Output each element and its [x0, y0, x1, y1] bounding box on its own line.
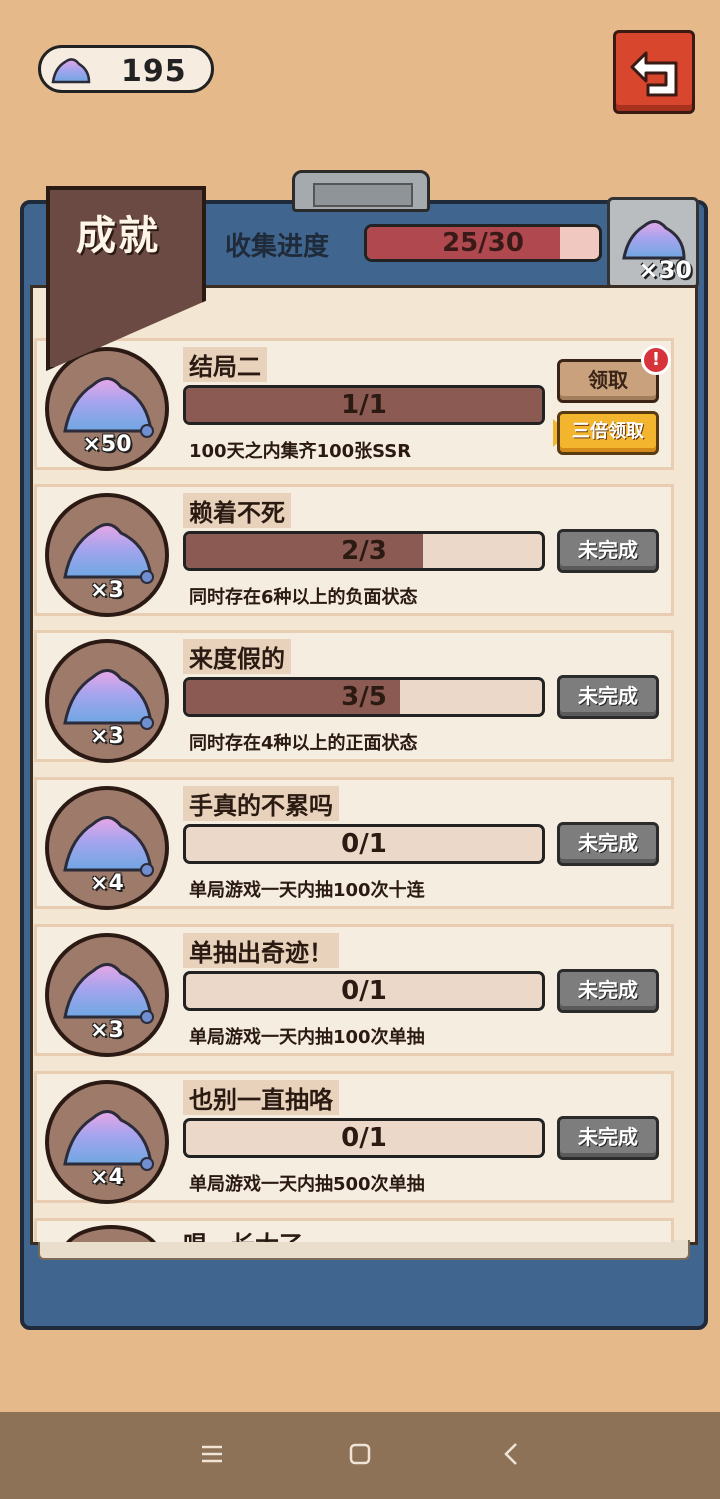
incomplete-button[interactable]: 未完成: [557, 529, 659, 573]
collection-reward-qty: ×30: [638, 256, 692, 284]
achievement-progress-text: 1/1: [341, 390, 387, 420]
triple-claim-button[interactable]: 三倍领取: [557, 411, 659, 455]
reward-medal: ×50: [45, 347, 169, 471]
achievement-description: 同时存在4种以上的正面状态: [189, 733, 418, 754]
achievement-progress-text: 0/1: [341, 1123, 387, 1153]
achievement-title: 赖着不死: [183, 493, 291, 528]
list-item: ×4 也别一直抽咯 0/1 单局游戏一天内抽500次单抽 未完成: [34, 1071, 674, 1204]
notification-badge: !: [641, 345, 671, 375]
achievement-description: 单局游戏一天内抽100次十连: [189, 880, 425, 901]
achievement-title: 也别一直抽咯: [183, 1080, 339, 1115]
list-item: ×3 来度假的 3/5 同时存在4种以上的正面状态 未完成: [34, 630, 674, 763]
achievement-progress-text: 0/1: [341, 976, 387, 1006]
achievement-title: 唱，长大了: [183, 1225, 303, 1242]
collection-progress-label: 收集进度: [225, 232, 330, 262]
achievement-progress-text: 0/1: [341, 829, 387, 859]
achievement-title: 单抽出奇迹！: [183, 933, 339, 968]
reward-qty: ×4: [90, 871, 124, 896]
back-arrow-icon: [630, 51, 678, 97]
back-button[interactable]: [613, 30, 695, 114]
currency-pill: 195: [38, 45, 214, 93]
board-clip: [292, 170, 430, 212]
reward-qty: ×3: [90, 578, 124, 603]
achievement-description: 同时存在6种以上的负面状态: [189, 587, 418, 608]
page-title: 成就: [76, 213, 160, 259]
achievement-title: 手真的不累吗: [183, 786, 339, 821]
list-item: ×3 单抽出奇迹！ 0/1 单局游戏一天内抽100次单抽 未完成: [34, 924, 674, 1057]
reward-medal: ×3: [45, 493, 169, 617]
incomplete-button[interactable]: 未完成: [557, 822, 659, 866]
collection-progress-bar: 25/30: [364, 224, 602, 262]
achievement-description: 单局游戏一天内抽100次单抽: [189, 1027, 425, 1048]
reward-medal: ×3: [45, 933, 169, 1057]
nav-back-icon[interactable]: [500, 1442, 524, 1470]
list-item: ×50 结局二 1/1 100天之内集齐100张SSR 领取 ! 三倍领取: [34, 338, 674, 471]
achievement-progress-bar: 0/1: [183, 1118, 545, 1158]
incomplete-button[interactable]: 未完成: [557, 969, 659, 1013]
achievement-progress-text: 3/5: [341, 682, 387, 712]
incomplete-button[interactable]: 未完成: [557, 1116, 659, 1160]
reward-medal: [61, 1225, 161, 1242]
reward-qty: ×3: [90, 1018, 124, 1043]
collection-progress-text: 25/30: [442, 228, 524, 258]
achievement-progress-bar: 0/1: [183, 971, 545, 1011]
list-item-partial: 唱，长大了: [34, 1218, 674, 1242]
reward-medal: ×4: [45, 1080, 169, 1204]
home-square-icon[interactable]: [348, 1442, 372, 1470]
reward-medal: ×3: [45, 639, 169, 763]
achievement-title: 来度假的: [183, 639, 291, 674]
reward-qty: ×50: [82, 432, 132, 457]
reward-qty: ×4: [90, 1165, 124, 1190]
paper-edge: [38, 1240, 690, 1260]
achievement-title: 结局二: [183, 347, 267, 382]
currency-value: 195: [121, 54, 187, 89]
achievement-progress-text: 2/3: [341, 536, 387, 566]
achievement-progress-bar: 1/1: [183, 385, 545, 425]
reward-qty: ×3: [90, 724, 124, 749]
reward-medal: ×4: [45, 786, 169, 910]
achievement-description: 100天之内集齐100张SSR: [189, 441, 412, 462]
incomplete-button[interactable]: 未完成: [557, 675, 659, 719]
achievement-progress-bar: 2/3: [183, 531, 545, 571]
achievement-progress-bar: 0/1: [183, 824, 545, 864]
crystal-gem-icon: [49, 54, 93, 90]
list-item: ×4 手真的不累吗 0/1 单局游戏一天内抽100次十连 未完成: [34, 777, 674, 910]
menu-icon[interactable]: [200, 1442, 224, 1470]
collection-reward-box[interactable]: ×30: [607, 197, 699, 289]
achievement-progress-bar: 3/5: [183, 677, 545, 717]
achievement-description: 单局游戏一天内抽500次单抽: [189, 1174, 425, 1195]
list-item: ×3 赖着不死 2/3 同时存在6种以上的负面状态 未完成: [34, 484, 674, 617]
system-navbar: [0, 1412, 720, 1499]
